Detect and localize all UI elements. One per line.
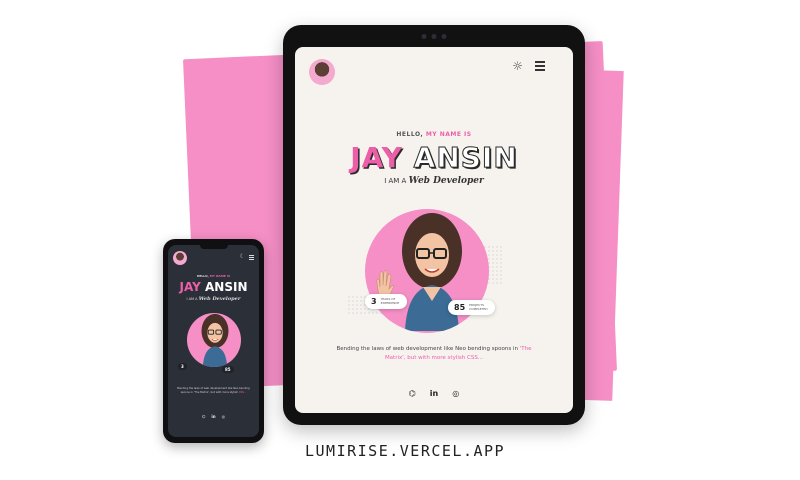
experience-stat: 3 YEARS OF EXPERIENCE [365,294,407,309]
projects-stat: 85 PROJECTS COMPLETED [448,300,496,315]
hello-text: HELLO, MY NAME IS [196,274,231,278]
hello-text: HELLO, MY NAME IS [396,131,472,138]
experience-stat: 3 [178,363,187,370]
site-url-caption: LUMIRISE.VERCEL.APP [305,442,506,460]
github-icon[interactable]: ⌬ [202,414,206,419]
hero-name: JAY ANSIN [350,141,518,175]
social-links: ⌬ in ◎ [295,389,573,398]
menu-icon[interactable] [249,255,254,262]
projects-stat: 85 [222,366,234,373]
avatar-circle [187,313,241,367]
github-icon[interactable]: ⌬ [409,389,416,398]
sun-icon[interactable]: ☼ [512,59,523,73]
role-subtitle: I AM A Web Developer [384,176,484,186]
social-links: ⌬ in ◎ [168,414,259,419]
discord-icon[interactable]: ◎ [222,414,226,419]
moon-icon[interactable]: ☾ [240,253,245,260]
role-subtitle: I AM A Web Developer [186,296,241,302]
phone-device: ☾ HELLO, MY NAME IS JAY ANSIN I AM A Web… [163,239,264,443]
linkedin-icon[interactable]: in [430,389,438,398]
tablet-device: ☼ HELLO, MY NAME IS JAY ANSIN I AM A Web… [283,25,585,425]
bio-text: Bending the laws of web development like… [336,346,532,361]
hero-name: JAY ANSIN [179,280,248,294]
logo-avatar-icon[interactable] [309,59,335,85]
avatar-illustration [201,313,229,367]
tablet-camera [421,34,447,39]
discord-icon[interactable]: ◎ [452,389,459,398]
menu-icon[interactable] [535,61,545,73]
linkedin-icon[interactable]: in [211,414,215,419]
bio-text: Bending the laws of web development like… [177,387,250,395]
logo-avatar-icon[interactable] [173,251,187,265]
phone-notch [199,245,228,249]
phone-screen: ☾ HELLO, MY NAME IS JAY ANSIN I AM A Web… [168,245,259,437]
tablet-screen: ☼ HELLO, MY NAME IS JAY ANSIN I AM A Web… [295,47,573,413]
